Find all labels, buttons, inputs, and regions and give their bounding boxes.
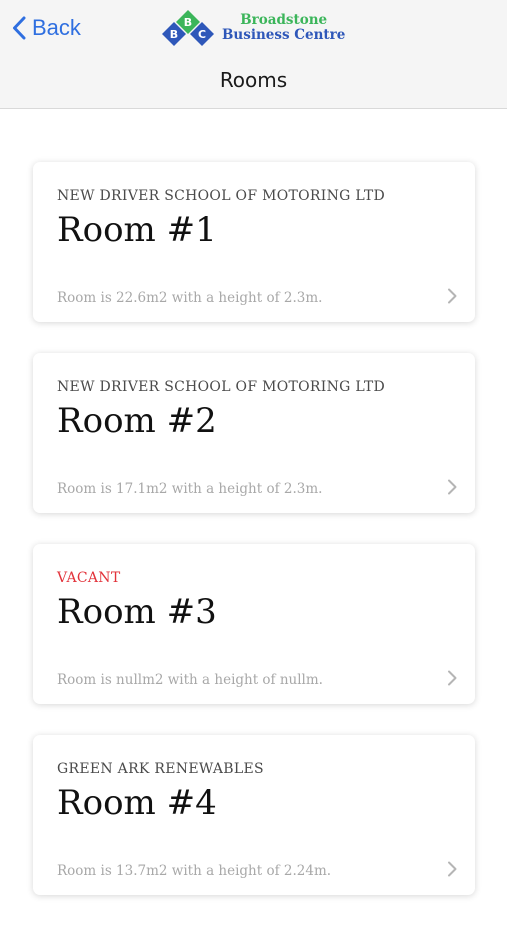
room-description: Room is 17.1m2 with a height of 2.3m.: [57, 481, 323, 497]
logo-line-2: Business Centre: [222, 26, 346, 43]
rooms-list: NEW DRIVER SCHOOL OF MOTORING LTD Room #…: [33, 162, 475, 926]
room-name: Room #4: [57, 783, 217, 823]
logo-line-1: Broadstone: [240, 12, 328, 28]
logo-letter: B: [184, 16, 192, 29]
bbc-logo-icon: B B C: [162, 10, 214, 46]
logo-text: Broadstone Business Centre: [222, 12, 346, 43]
logo-letter: C: [198, 28, 206, 41]
chevron-right-icon: [448, 670, 457, 686]
room-name: Room #1: [57, 210, 217, 250]
room-tenant: GREEN ARK RENEWABLES: [57, 761, 264, 777]
navigation-bar: Back B B C Broadstone Business Centre Ro…: [0, 0, 507, 109]
broadstone-logo: B B C Broadstone Business Centre: [162, 8, 352, 48]
back-label: Back: [32, 15, 81, 40]
room-name: Room #3: [57, 592, 217, 632]
chevron-right-icon: [448, 479, 457, 495]
room-description: Room is 22.6m2 with a height of 2.3m.: [57, 290, 323, 306]
room-card[interactable]: NEW DRIVER SCHOOL OF MOTORING LTD Room #…: [33, 353, 475, 513]
room-card[interactable]: NEW DRIVER SCHOOL OF MOTORING LTD Room #…: [33, 162, 475, 322]
room-name: Room #2: [57, 401, 217, 441]
vacant-label: VACANT: [57, 570, 121, 586]
room-card[interactable]: VACANT Room #3 Room is nullm2 with a hei…: [33, 544, 475, 704]
room-description: Room is 13.7m2 with a height of 2.24m.: [57, 863, 332, 879]
logo-letter: B: [170, 28, 178, 41]
back-button[interactable]: Back: [12, 12, 81, 44]
chevron-right-icon: [448, 861, 457, 877]
room-card[interactable]: GREEN ARK RENEWABLES Room #4 Room is 13.…: [33, 735, 475, 895]
room-tenant: NEW DRIVER SCHOOL OF MOTORING LTD: [57, 379, 385, 395]
room-tenant: NEW DRIVER SCHOOL OF MOTORING LTD: [57, 188, 385, 204]
chevron-left-icon: [13, 16, 26, 40]
chevron-right-icon: [448, 288, 457, 304]
room-description: Room is nullm2 with a height of nullm.: [57, 672, 323, 688]
page-title: Rooms: [219, 68, 288, 92]
